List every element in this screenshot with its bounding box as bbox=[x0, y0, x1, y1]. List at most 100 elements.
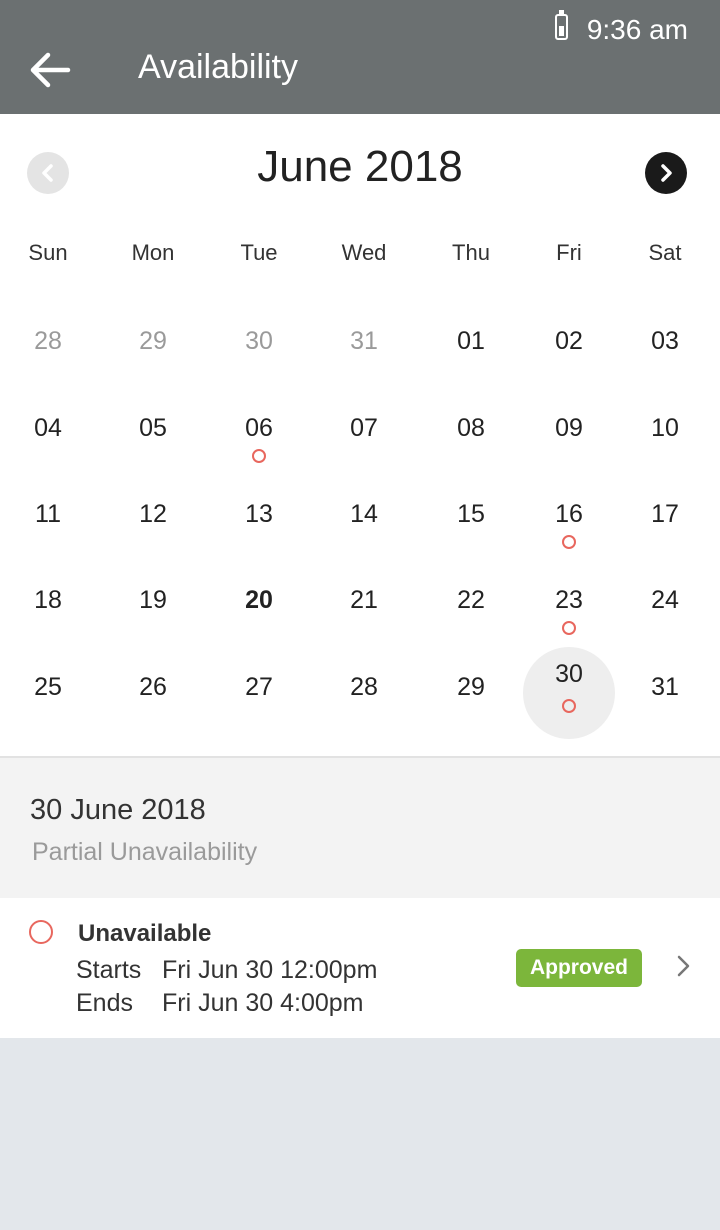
day-number: 03 bbox=[651, 327, 679, 355]
summary-date: 30 June 2018 bbox=[30, 794, 206, 826]
day-number: 01 bbox=[457, 327, 485, 355]
calendar-day[interactable]: 08 bbox=[426, 394, 516, 474]
unavailable-indicator-icon bbox=[29, 920, 53, 944]
day-number: 18 bbox=[34, 586, 62, 614]
day-number: 06 bbox=[245, 414, 273, 442]
weekday-label: Wed bbox=[341, 240, 387, 265]
month-title: June 2018 bbox=[257, 142, 463, 191]
calendar-day[interactable]: 15 bbox=[426, 480, 516, 560]
day-number: 30 bbox=[555, 660, 583, 688]
calendar-day[interactable]: 05 bbox=[108, 394, 198, 474]
ends-value: Fri Jun 30 4:00pm bbox=[162, 989, 364, 1017]
starts-value: Fri Jun 30 12:00pm bbox=[162, 956, 378, 984]
app-bar: 9:36 am Availability bbox=[0, 0, 720, 114]
calendar-day[interactable]: 24 bbox=[620, 566, 710, 646]
calendar-day[interactable]: 04 bbox=[3, 394, 93, 474]
status-time: 9:36 am bbox=[586, 14, 688, 45]
calendar-day[interactable]: 28 bbox=[319, 653, 409, 733]
day-number: 11 bbox=[35, 500, 61, 528]
calendar-day[interactable]: 28 bbox=[3, 307, 93, 387]
calendar-day[interactable]: 03 bbox=[620, 307, 710, 387]
calendar-day[interactable]: 17 bbox=[620, 480, 710, 560]
chevron-right-icon bbox=[661, 164, 672, 182]
day-number: 12 bbox=[139, 500, 167, 528]
weekday-label: Fri bbox=[556, 240, 582, 265]
calendar-day[interactable]: 19 bbox=[108, 566, 198, 646]
event-starts: Starts Fri Jun 30 12:00pm bbox=[76, 956, 377, 985]
next-month-button[interactable] bbox=[645, 152, 687, 194]
calendar-day[interactable]: 23 bbox=[524, 566, 614, 646]
arrow-left-icon bbox=[30, 52, 71, 88]
weekday-label: Tue bbox=[240, 240, 278, 265]
calendar-day[interactable]: 29 bbox=[108, 307, 198, 387]
day-number: 13 bbox=[245, 500, 273, 528]
day-number: 14 bbox=[350, 500, 378, 528]
day-number: 30 bbox=[245, 327, 273, 355]
day-number: 31 bbox=[350, 327, 378, 355]
summary-subtitle: Partial Unavailability bbox=[32, 838, 258, 866]
day-number: 23 bbox=[555, 586, 583, 614]
day-number: 31 bbox=[651, 673, 679, 701]
day-number: 20 bbox=[245, 586, 273, 614]
day-number: 27 bbox=[245, 673, 273, 701]
calendar-day[interactable]: 12 bbox=[108, 480, 198, 560]
status-badge: Approved bbox=[516, 949, 642, 987]
event-row[interactable]: Unavailable Starts Fri Jun 30 12:00pm End… bbox=[0, 898, 720, 1038]
day-number: 08 bbox=[457, 414, 485, 442]
weekday-label: Sat bbox=[648, 240, 682, 265]
calendar-day[interactable]: 10 bbox=[620, 394, 710, 474]
day-number: 26 bbox=[139, 673, 167, 701]
calendar-day[interactable]: 14 bbox=[319, 480, 409, 560]
calendar-day[interactable]: 18 bbox=[3, 566, 93, 646]
back-button[interactable] bbox=[26, 48, 74, 92]
calendar-day[interactable]: 06 bbox=[214, 394, 304, 474]
starts-label: Starts bbox=[76, 956, 142, 984]
day-number: 28 bbox=[350, 673, 378, 701]
event-ends: Ends Fri Jun 30 4:00pm bbox=[76, 989, 364, 1018]
day-number: 15 bbox=[457, 500, 485, 528]
day-number: 21 bbox=[350, 586, 378, 614]
calendar-day[interactable]: 31 bbox=[319, 307, 409, 387]
calendar-day[interactable]: 09 bbox=[524, 394, 614, 474]
calendar-day[interactable]: 22 bbox=[426, 566, 516, 646]
day-number: 29 bbox=[457, 673, 485, 701]
event-title: Unavailable bbox=[78, 920, 212, 947]
calendar-day[interactable]: 07 bbox=[319, 394, 409, 474]
weekday-label: Thu bbox=[452, 240, 490, 265]
calendar-day[interactable]: 29 bbox=[426, 653, 516, 733]
calendar-day[interactable]: 27 bbox=[214, 653, 304, 733]
unavailability-marker-icon bbox=[562, 699, 576, 713]
calendar-day[interactable]: 21 bbox=[319, 566, 409, 646]
calendar-day[interactable]: 11 bbox=[3, 480, 93, 560]
calendar-day[interactable]: 30 bbox=[214, 307, 304, 387]
unavailability-marker-icon bbox=[562, 535, 576, 549]
day-number: 02 bbox=[555, 327, 583, 355]
day-number: 05 bbox=[139, 414, 167, 442]
chevron-right-icon bbox=[677, 955, 690, 977]
day-number: 28 bbox=[34, 327, 62, 355]
unavailability-marker-icon bbox=[562, 621, 576, 635]
battery-icon bbox=[555, 10, 568, 40]
weekday-label: Mon bbox=[131, 240, 175, 265]
calendar-day[interactable]: 20 bbox=[214, 566, 304, 646]
day-summary: 30 June 2018 Partial Unavailability bbox=[0, 756, 720, 898]
calendar: June 2018 Sun Mon Tue Wed Thu Fri Sat 28 29 30 31… bbox=[0, 114, 720, 756]
day-number: 07 bbox=[350, 414, 378, 442]
calendar-day[interactable]: 31 bbox=[620, 653, 710, 733]
day-number: 16 bbox=[555, 500, 583, 528]
day-number: 17 bbox=[651, 500, 679, 528]
day-number: 04 bbox=[34, 414, 62, 442]
calendar-day[interactable]: 02 bbox=[524, 307, 614, 387]
calendar-day[interactable]: 16 bbox=[524, 480, 614, 560]
page-title: Availability bbox=[138, 48, 299, 86]
calendar-day[interactable]: 26 bbox=[108, 653, 198, 733]
calendar-day[interactable]: 13 bbox=[214, 480, 304, 560]
day-number: 25 bbox=[34, 673, 62, 701]
calendar-day[interactable]: 30 bbox=[523, 647, 615, 739]
ends-label: Ends bbox=[76, 989, 133, 1017]
calendar-day[interactable]: 25 bbox=[3, 653, 93, 733]
weekday-label: Sun bbox=[28, 240, 68, 265]
day-number: 10 bbox=[651, 414, 679, 442]
day-number: 09 bbox=[555, 414, 583, 442]
calendar-day[interactable]: 01 bbox=[426, 307, 516, 387]
